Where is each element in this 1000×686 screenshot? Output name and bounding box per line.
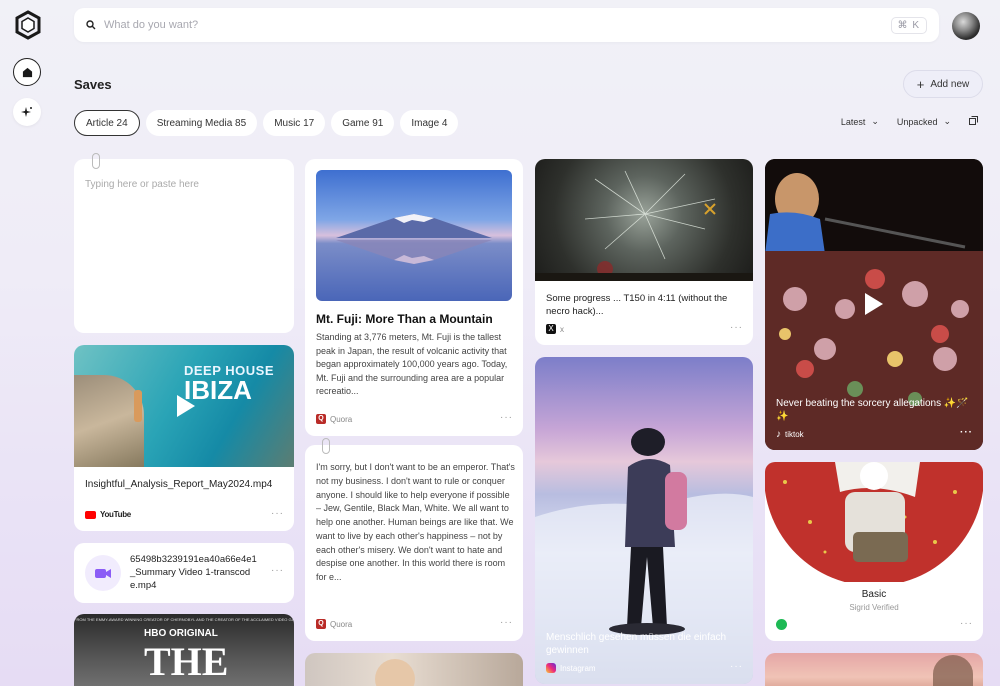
sparkle-icon bbox=[21, 107, 32, 117]
source-quora: Q Quora bbox=[316, 414, 352, 424]
play-icon[interactable] bbox=[865, 293, 883, 315]
post-caption: Never beating the sorcery allegations ✨🪄… bbox=[776, 398, 969, 422]
article-image bbox=[316, 170, 512, 301]
post-caption: Menschlich gesehen müssen die einfach ge… bbox=[546, 632, 727, 656]
instagram-card[interactable]: Menschlich gesehen müssen die einfach ge… bbox=[535, 357, 753, 684]
track-title: Basic bbox=[861, 589, 887, 600]
tab-game[interactable]: Game 91 bbox=[331, 110, 395, 136]
video-camera-icon bbox=[85, 555, 121, 591]
add-new-button[interactable]: + Add new bbox=[903, 70, 983, 98]
chevron-down-icon: ⌄ bbox=[943, 116, 951, 126]
poster-banner-text: FROM THE EMMY-AWARD WINNING CREATOR OF C… bbox=[74, 617, 294, 622]
tab-image[interactable]: Image 4 bbox=[400, 110, 459, 136]
search-bar[interactable]: What do you want? ⌘ K bbox=[74, 8, 939, 42]
more-options-icon[interactable]: ··· bbox=[730, 661, 743, 672]
quote-text: I'm sorry, but I don't want to be an emp… bbox=[316, 462, 515, 583]
paperclip-icon bbox=[322, 438, 330, 454]
avatar[interactable] bbox=[952, 12, 980, 40]
game-card[interactable]: Some progress ... T150 in 4:11 (without … bbox=[535, 159, 753, 345]
tab-music[interactable]: Music 17 bbox=[263, 110, 326, 136]
home-icon bbox=[22, 67, 32, 77]
instagram-icon bbox=[546, 663, 556, 673]
youtube-icon bbox=[85, 510, 96, 519]
note-input[interactable]: Typing here or paste here bbox=[74, 159, 294, 210]
plus-icon: + bbox=[916, 76, 925, 92]
video-file-card[interactable]: 65498b3239191ea40a66e4e1_Summary Video 1… bbox=[74, 543, 294, 603]
game-screenshot bbox=[535, 159, 753, 281]
video-file-name: 65498b3239191ea40a66e4e1_Summary Video 1… bbox=[130, 554, 257, 591]
play-icon[interactable] bbox=[177, 395, 195, 417]
more-options-icon[interactable]: ··· bbox=[960, 618, 973, 629]
app-logo-icon[interactable] bbox=[14, 10, 42, 40]
more-options-icon[interactable]: ··· bbox=[730, 322, 743, 333]
sort-order-dropdown[interactable]: Latest ⌄ bbox=[841, 116, 879, 127]
article-title: Mt. Fuji: More Than a Mountain bbox=[316, 312, 493, 326]
more-options-icon[interactable]: ··· bbox=[960, 427, 973, 438]
page-title: Saves bbox=[74, 77, 112, 92]
tiktok-card[interactable]: Never beating the sorcery allegations ✨🪄… bbox=[765, 159, 983, 450]
x-icon: X bbox=[546, 324, 556, 334]
more-options-icon[interactable]: ··· bbox=[271, 565, 284, 576]
quora-icon: Q bbox=[316, 414, 326, 424]
home-button[interactable] bbox=[13, 58, 41, 86]
post-caption: Some progress ... T150 in 4:11 (without … bbox=[546, 293, 728, 318]
tab-article[interactable]: Article 24 bbox=[74, 110, 140, 136]
quora-icon: Q bbox=[316, 619, 326, 629]
youtube-card[interactable]: DEEP HOUSE IBIZA Insightful_Analysis_Rep… bbox=[74, 345, 294, 531]
spotify-icon bbox=[776, 619, 787, 630]
ai-sparkle-button[interactable] bbox=[13, 98, 41, 126]
track-artist: Sigrid Verified bbox=[849, 603, 899, 612]
chevron-down-icon: ⌄ bbox=[871, 116, 879, 126]
sunset-card[interactable] bbox=[765, 653, 983, 686]
source-instagram: Instagram bbox=[546, 663, 596, 673]
sort-order-label: Latest bbox=[840, 116, 866, 127]
search-shortcut-badge: ⌘ K bbox=[890, 16, 927, 34]
filter-dropdown[interactable]: Unpacked ⌄ bbox=[897, 116, 951, 127]
article-card-fuji[interactable]: Mt. Fuji: More Than a Mountain Standing … bbox=[305, 159, 523, 436]
poster-title: THE bbox=[144, 639, 229, 684]
more-options-icon[interactable]: ··· bbox=[500, 617, 513, 628]
article-excerpt: Standing at 3,776 meters, Mt. Fuji is th… bbox=[316, 332, 508, 396]
source-tiktok: ♪ tiktok bbox=[776, 429, 804, 440]
search-input[interactable]: What do you want? bbox=[104, 19, 891, 31]
source-quora: Q Quora bbox=[316, 619, 352, 629]
video-filename: Insightful_Analysis_Report_May2024.mp4 bbox=[85, 479, 273, 490]
album-cover bbox=[765, 462, 983, 582]
source-youtube: YouTube bbox=[85, 510, 131, 519]
tab-streaming-media[interactable]: Streaming Media 85 bbox=[145, 110, 258, 136]
paperclip-icon bbox=[92, 153, 100, 169]
video-thumbnail: DEEP HOUSE IBIZA bbox=[74, 345, 294, 467]
sidebar bbox=[0, 0, 56, 686]
source-x: X x bbox=[546, 324, 564, 334]
tiktok-icon: ♪ bbox=[776, 429, 781, 440]
note-card[interactable]: Typing here or paste here bbox=[74, 159, 294, 333]
more-options-icon[interactable]: ··· bbox=[271, 508, 284, 519]
sort-controls: Latest ⌄ Unpacked ⌄ bbox=[841, 116, 978, 127]
add-new-label: Add new bbox=[930, 78, 970, 90]
layout-toggle-icon[interactable] bbox=[969, 116, 978, 127]
spotify-card[interactable]: Basic Sigrid Verified ··· bbox=[765, 462, 983, 641]
filter-label: Unpacked bbox=[896, 116, 938, 127]
hbo-card[interactable]: FROM THE EMMY-AWARD WINNING CREATOR OF C… bbox=[74, 614, 294, 686]
category-tabs: Article 24 Streaming Media 85 Music 17 G… bbox=[74, 110, 459, 136]
quote-card[interactable]: I'm sorry, but I don't want to be an emp… bbox=[305, 445, 523, 641]
photo-card[interactable] bbox=[305, 653, 523, 686]
search-icon bbox=[86, 20, 96, 30]
more-options-icon[interactable]: ··· bbox=[500, 412, 513, 423]
